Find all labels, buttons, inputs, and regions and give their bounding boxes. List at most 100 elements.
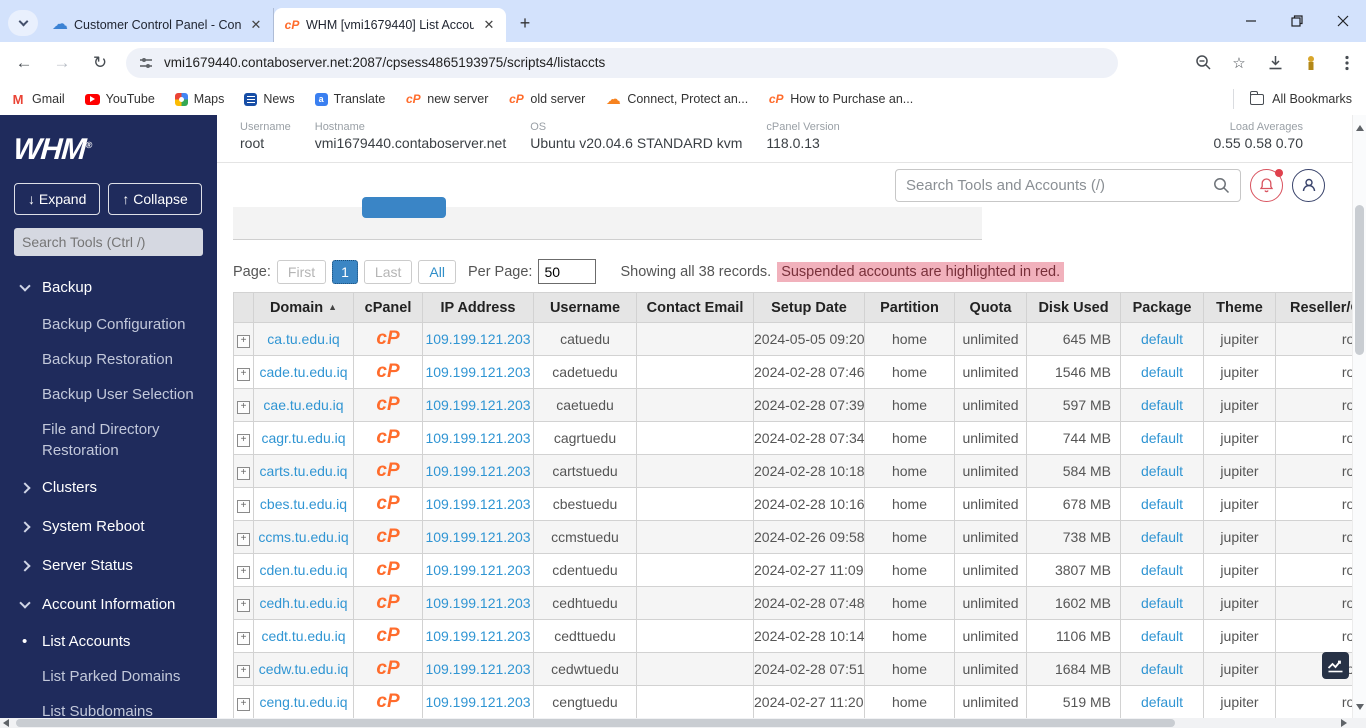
ip-link[interactable]: 109.199.121.203 xyxy=(425,628,530,644)
domain-link[interactable]: cae.tu.edu.iq xyxy=(263,397,343,413)
sidebar-item-backup-restoration[interactable]: Backup Restoration xyxy=(0,342,217,377)
package-link[interactable]: default xyxy=(1141,496,1183,512)
window-minimize-button[interactable] xyxy=(1228,0,1274,42)
ip-link[interactable]: 109.199.121.203 xyxy=(425,364,530,380)
column-header-expand[interactable] xyxy=(234,293,254,323)
ip-link[interactable]: 109.199.121.203 xyxy=(425,496,530,512)
bookmark-item[interactable]: MGmail xyxy=(10,91,65,107)
package-link[interactable]: default xyxy=(1141,562,1183,578)
domain-link[interactable]: cedt.tu.edu.iq xyxy=(261,628,345,644)
cpanel-login-icon[interactable]: cP xyxy=(376,493,399,514)
search-submit-button[interactable] xyxy=(362,197,446,218)
cpanel-login-icon[interactable]: cP xyxy=(376,592,399,613)
expand-row-icon[interactable]: + xyxy=(237,533,250,546)
package-link[interactable]: default xyxy=(1141,661,1183,677)
bookmark-item[interactable]: cPnew server xyxy=(405,91,488,107)
expand-all-button[interactable]: ↓ Expand xyxy=(14,183,100,215)
tools-search-input[interactable] xyxy=(906,177,1213,194)
scroll-up-arrow-icon[interactable] xyxy=(1356,125,1364,131)
domain-link[interactable]: ccms.tu.edu.iq xyxy=(258,529,348,545)
expand-row-icon[interactable]: + xyxy=(237,632,250,645)
ip-link[interactable]: 109.199.121.203 xyxy=(425,463,530,479)
zoom-button[interactable] xyxy=(1192,52,1214,74)
tools-search-box[interactable] xyxy=(895,169,1241,202)
cpanel-login-icon[interactable]: cP xyxy=(376,427,399,448)
ip-link[interactable]: 109.199.121.203 xyxy=(425,430,530,446)
first-page-button[interactable]: First xyxy=(277,260,326,284)
column-header-reseller-owner[interactable]: Reseller/Owner xyxy=(1276,293,1353,323)
sidebar-item-backup-configuration[interactable]: Backup Configuration xyxy=(0,307,217,342)
package-link[interactable]: default xyxy=(1141,628,1183,644)
cpanel-login-icon[interactable]: cP xyxy=(376,625,399,646)
scroll-down-arrow-icon[interactable] xyxy=(1356,704,1364,710)
package-link[interactable]: default xyxy=(1141,463,1183,479)
expand-row-icon[interactable]: + xyxy=(237,368,250,381)
cpanel-login-icon[interactable]: cP xyxy=(376,559,399,580)
expand-row-icon[interactable]: + xyxy=(237,335,250,348)
all-bookmarks-button[interactable]: All Bookmarks xyxy=(1233,89,1366,109)
domain-link[interactable]: cedw.tu.edu.iq xyxy=(259,661,349,677)
vertical-scroll-thumb[interactable] xyxy=(1355,205,1364,355)
domain-link[interactable]: cedh.tu.edu.iq xyxy=(260,595,348,611)
sidebar-search-input[interactable] xyxy=(14,228,203,256)
cpanel-login-icon[interactable]: cP xyxy=(376,394,399,415)
domain-link[interactable]: cade.tu.edu.iq xyxy=(260,364,348,380)
package-link[interactable]: default xyxy=(1141,364,1183,380)
user-menu-button[interactable] xyxy=(1292,169,1325,202)
bookmark-item[interactable]: YouTube xyxy=(85,92,155,106)
tab-search-button[interactable] xyxy=(8,10,38,36)
expand-row-icon[interactable]: + xyxy=(237,500,250,513)
expand-row-icon[interactable]: + xyxy=(237,434,250,447)
current-page-button[interactable]: 1 xyxy=(332,260,358,284)
expand-row-icon[interactable]: + xyxy=(237,566,250,579)
package-link[interactable]: default xyxy=(1141,430,1183,446)
domain-link[interactable]: cbes.tu.edu.iq xyxy=(260,496,347,512)
sidebar-section-system-reboot[interactable]: System Reboot xyxy=(0,507,217,546)
address-bar[interactable]: vmi1679440.contaboserver.net:2087/cpsess… xyxy=(126,48,1118,78)
sidebar-section-backup[interactable]: Backup xyxy=(0,268,217,307)
horizontal-scroll-thumb[interactable] xyxy=(16,719,1175,727)
browser-tab[interactable]: ☁Customer Control Panel - Conta✕ xyxy=(42,8,274,42)
last-page-button[interactable]: Last xyxy=(364,260,412,284)
server-stats-button[interactable] xyxy=(1322,652,1349,679)
ip-link[interactable]: 109.199.121.203 xyxy=(425,529,530,545)
expand-row-icon[interactable]: + xyxy=(237,467,250,480)
package-link[interactable]: default xyxy=(1141,397,1183,413)
column-header-disk-used[interactable]: Disk Used xyxy=(1027,293,1121,323)
package-link[interactable]: default xyxy=(1141,331,1183,347)
all-pages-button[interactable]: All xyxy=(418,260,456,284)
column-header-partition[interactable]: Partition xyxy=(865,293,955,323)
expand-row-icon[interactable]: + xyxy=(237,665,250,678)
window-restore-button[interactable] xyxy=(1274,0,1320,42)
column-header-quota[interactable]: Quota xyxy=(955,293,1027,323)
column-header-contact-email[interactable]: Contact Email xyxy=(637,293,754,323)
sidebar-item-backup-user-selection[interactable]: Backup User Selection xyxy=(0,377,217,412)
column-header-theme[interactable]: Theme xyxy=(1204,293,1276,323)
column-header-package[interactable]: Package xyxy=(1121,293,1204,323)
ip-link[interactable]: 109.199.121.203 xyxy=(425,331,530,347)
expand-row-icon[interactable]: + xyxy=(237,698,250,711)
sidebar-item-file-and-directory-restoration[interactable]: File and Directory Restoration xyxy=(0,412,217,468)
vertical-scrollbar[interactable] xyxy=(1352,115,1366,718)
back-button[interactable]: ← xyxy=(10,49,38,77)
bookmark-item[interactable]: ☁Connect, Protect an... xyxy=(605,91,748,107)
sidebar-section-server-status[interactable]: Server Status xyxy=(0,546,217,585)
tab-close-icon[interactable]: ✕ xyxy=(247,16,265,34)
sidebar-item-list-accounts[interactable]: List Accounts xyxy=(0,624,217,659)
column-header-ip-address[interactable]: IP Address xyxy=(423,293,534,323)
sidebar-section-account-information[interactable]: Account Information xyxy=(0,585,217,624)
domain-link[interactable]: ca.tu.edu.iq xyxy=(267,331,339,347)
ip-link[interactable]: 109.199.121.203 xyxy=(425,661,530,677)
new-tab-button[interactable]: + xyxy=(512,10,538,36)
window-close-button[interactable] xyxy=(1320,0,1366,42)
domain-link[interactable]: carts.tu.edu.iq xyxy=(260,463,348,479)
domain-link[interactable]: cagr.tu.edu.iq xyxy=(261,430,345,446)
downloads-button[interactable] xyxy=(1264,52,1286,74)
browser-tab[interactable]: cPWHM [vmi1679440] List Accoun✕ xyxy=(274,8,506,42)
per-page-input[interactable] xyxy=(538,259,596,284)
bookmark-item[interactable]: cPHow to Purchase an... xyxy=(768,91,913,107)
expand-row-icon[interactable]: + xyxy=(237,401,250,414)
expand-row-icon[interactable]: + xyxy=(237,599,250,612)
ip-link[interactable]: 109.199.121.203 xyxy=(425,694,530,710)
scroll-right-arrow-icon[interactable] xyxy=(1341,719,1347,727)
